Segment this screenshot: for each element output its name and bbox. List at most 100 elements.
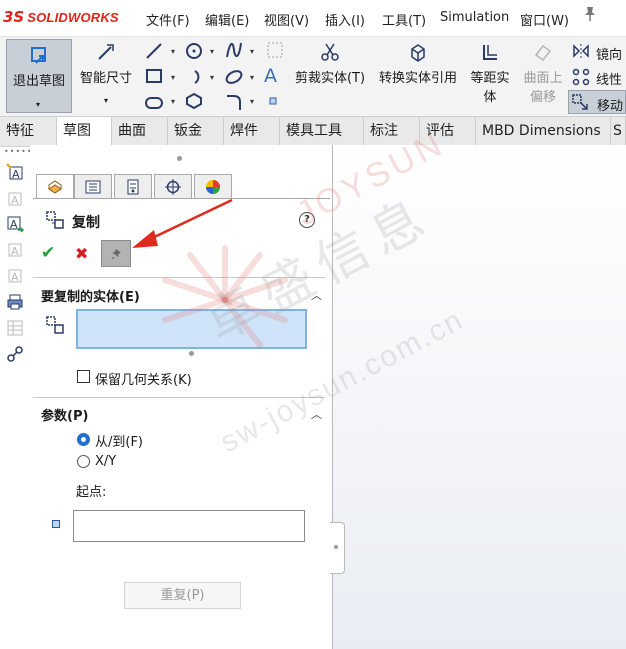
tab-mbd-dimensions[interactable]: MBD Dimensions xyxy=(476,117,611,146)
offset-surface-icon xyxy=(519,41,567,65)
chevron-down-icon[interactable]: ▾ xyxy=(171,73,175,82)
xy-radio[interactable] xyxy=(77,455,90,468)
panel-grip[interactable] xyxy=(177,156,182,161)
trim-entities-button[interactable]: 剪裁实体(T) xyxy=(293,41,367,86)
plane-icon[interactable] xyxy=(266,41,284,64)
group-title-parameters[interactable]: 参数(P) xyxy=(41,405,88,424)
annotation-link-icon[interactable]: A xyxy=(6,241,24,259)
tab-property-manager[interactable] xyxy=(74,174,112,199)
redo-button[interactable]: 重复(P) xyxy=(124,582,241,609)
rectangle-icon[interactable] xyxy=(144,67,164,90)
menu-edit[interactable]: 编辑(E) xyxy=(205,10,249,29)
property-list-icon xyxy=(85,180,101,199)
start-point-label: 起点: xyxy=(76,485,107,500)
move-label: 移动 xyxy=(597,99,624,114)
page-title: 复制 xyxy=(72,215,100,231)
text-icon[interactable]: A xyxy=(264,65,277,87)
logo-text: SOLIDWORKS xyxy=(27,9,119,25)
tab-features[interactable]: 特征 xyxy=(0,117,57,146)
polygon-icon[interactable] xyxy=(185,92,203,115)
keep-relations-checkbox[interactable] xyxy=(77,370,90,383)
tab-label: 钣金 xyxy=(174,123,202,139)
annotation-attach-icon[interactable]: A xyxy=(6,267,24,285)
chevron-down-icon[interactable]: ▾ xyxy=(210,73,214,82)
pushpin-icon[interactable] xyxy=(583,6,597,26)
offset-entities-button[interactable]: 等距实 体 xyxy=(466,41,514,105)
printer-icon[interactable] xyxy=(6,293,24,311)
edit-annotation-icon[interactable]: A xyxy=(6,190,24,208)
menu-insert[interactable]: 插入(I) xyxy=(325,10,365,29)
menu-bar: 3S SOLIDWORKS 文件(F) 编辑(E) 视图(V) 插入(I) 工具… xyxy=(0,0,626,36)
menu-file[interactable]: 文件(F) xyxy=(146,10,190,29)
cancel-button[interactable]: ✖ xyxy=(75,244,88,263)
chevron-down-icon[interactable]: ▾ xyxy=(250,47,254,56)
annotation-icon[interactable]: A xyxy=(6,163,24,181)
exit-sketch-button[interactable]: 退出草图 ▾ xyxy=(6,39,72,113)
tab-sheet-metal[interactable]: 钣金 xyxy=(168,117,224,146)
menu-view[interactable]: 视图(V) xyxy=(264,10,309,29)
tab-label: 模具工具 xyxy=(286,123,342,139)
tab-weldments[interactable]: 焊件 xyxy=(224,117,280,146)
spline-icon[interactable] xyxy=(224,39,244,66)
svg-text:A: A xyxy=(10,218,18,231)
exit-sketch-icon xyxy=(7,40,71,64)
chevron-down-icon[interactable]: ▾ xyxy=(210,47,214,56)
fillet-icon[interactable] xyxy=(224,92,244,117)
move-icon xyxy=(571,93,589,115)
ok-button[interactable]: ✔ xyxy=(41,243,55,263)
insert-annotation-icon[interactable]: A xyxy=(6,215,25,233)
chevron-down-icon[interactable]: ▾ xyxy=(250,97,254,106)
smart-dimension-icon xyxy=(76,41,136,65)
chevron-down-icon[interactable]: ▾ xyxy=(36,100,40,109)
tab-surfaces[interactable]: 曲面 xyxy=(112,117,168,146)
exit-sketch-label: 退出草图 xyxy=(12,74,65,89)
smart-dimension-label: 智能尺寸 xyxy=(79,71,132,86)
line-icon[interactable] xyxy=(144,41,164,66)
ellipse-icon[interactable] xyxy=(224,67,244,92)
color-wheel-icon xyxy=(205,180,221,199)
table-icon[interactable] xyxy=(6,319,24,337)
tab-sketch[interactable]: 草图 xyxy=(57,117,112,146)
menu-simulation[interactable]: Simulation xyxy=(440,10,509,25)
menu-tools[interactable]: 工具(T) xyxy=(382,10,426,29)
relations-icon[interactable] xyxy=(6,345,24,363)
tab-label: 草图 xyxy=(63,123,91,139)
smart-dimension-button[interactable]: 智能尺寸 ▾ xyxy=(76,41,136,105)
start-point-input[interactable] xyxy=(73,510,305,542)
convert-entities-label: 转换实体引用 xyxy=(378,71,457,86)
tab-dimxpert-manager[interactable] xyxy=(154,174,192,199)
arc-icon[interactable] xyxy=(184,67,204,92)
linear-pattern-button[interactable]: 线性 xyxy=(570,66,626,88)
tab-overflow[interactable]: S xyxy=(611,117,626,146)
point-icon[interactable] xyxy=(266,92,280,113)
chevron-down-icon[interactable]: ▾ xyxy=(171,47,175,56)
from-to-radio[interactable] xyxy=(77,433,90,446)
command-manager: 退出草图 ▾ 智能尺寸 ▾ ▾ ▾ ▾ ▾ ▾ ▾ A ▾ ▾ 剪裁实体(T) … xyxy=(0,36,626,117)
chevron-down-icon[interactable]: ▾ xyxy=(250,73,254,82)
ds-logo-mark: 3S xyxy=(3,8,25,26)
chevron-down-icon[interactable]: ▾ xyxy=(171,97,175,106)
panel-splitter-handle[interactable] xyxy=(330,522,345,574)
offset-on-surface-button[interactable]: 曲面上 偏移 xyxy=(519,41,567,105)
offset-on-surface-label-1: 曲面上 xyxy=(523,71,563,86)
keep-visible-button[interactable] xyxy=(101,240,131,267)
chevron-down-icon[interactable]: ▾ xyxy=(76,96,136,105)
offset-on-surface-label-2: 偏移 xyxy=(529,90,556,105)
crosshair-icon xyxy=(165,179,181,199)
slot-icon[interactable] xyxy=(144,94,164,115)
tab-label: MBD Dimensions xyxy=(482,123,601,139)
solidworks-logo[interactable]: 3S SOLIDWORKS xyxy=(3,7,119,27)
tab-configuration-manager[interactable] xyxy=(114,174,152,199)
menu-window[interactable]: 窗口(W) xyxy=(520,10,569,29)
circle-icon[interactable] xyxy=(184,41,204,66)
point-icon xyxy=(52,520,60,528)
sketch-mini-toolbar: •••••• A A A A A xyxy=(0,145,37,375)
tab-display-manager[interactable] xyxy=(194,174,232,199)
convert-entities-button[interactable]: 转换实体引用 xyxy=(374,41,462,86)
tab-label: 特征 xyxy=(6,123,34,139)
move-entities-button[interactable]: 移动 xyxy=(568,90,626,114)
mirror-entities-button[interactable]: 镜向 xyxy=(570,41,626,63)
tab-feature-manager[interactable] xyxy=(36,174,74,199)
tab-mold-tools[interactable]: 模具工具 xyxy=(280,117,364,146)
group-title-entities[interactable]: 要复制的实体(E) xyxy=(41,286,140,305)
